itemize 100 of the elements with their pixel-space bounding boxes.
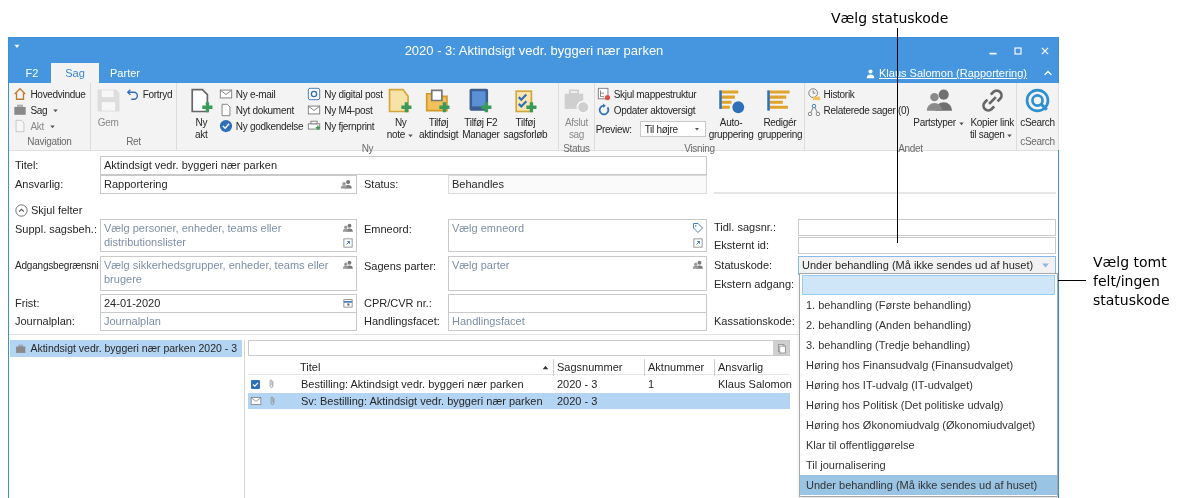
field-label: Tidl. sagsnr.: (714, 220, 777, 235)
home-icon (13, 87, 28, 101)
ribbon-button[interactable]: Ny M4-post (306, 102, 384, 118)
ribbon-button[interactable]: Partstyper (912, 86, 967, 129)
table-row[interactable]: Bestilling: Aktindsigt vedr. byggeri nær parken 2020 - 3 1 Klaus Salomon (248, 376, 790, 392)
ribbon-button[interactable]: Sag (12, 102, 87, 118)
column-header[interactable]: Aktnummer (644, 359, 714, 376)
ribbon-button[interactable]: Skjul mappestruktur (595, 86, 706, 102)
dropdown-option[interactable]: Høring hos Finansudvalg (Finansudvalget) (800, 355, 1057, 375)
dropdown-option[interactable]: 2. behandling (Anden behandling) (800, 315, 1057, 335)
document-icon (13, 119, 28, 133)
ribbon-button[interactable]: Ny akt (186, 86, 216, 141)
ribbon-button[interactable]: Fortryd (124, 86, 174, 102)
people-icon[interactable] (340, 177, 353, 191)
briefcase-icon (13, 103, 28, 117)
ribbon-button[interactable]: Ny godkendelse (217, 118, 305, 134)
printer-icon (307, 119, 322, 133)
envelope-icon (307, 103, 322, 117)
ribbon-button[interactable]: Relaterede sager (0) (805, 102, 911, 118)
ribbon-button[interactable]: Auto- gruppering (707, 86, 755, 141)
maximize-icon[interactable] (1012, 44, 1024, 57)
dropdown-option[interactable]: 3. behandling (Tredje behandling) (800, 335, 1057, 355)
people-icon[interactable] (692, 259, 704, 271)
network-icon (806, 103, 821, 117)
window-title: 2020 - 3: Aktindsigt vedr. byggeri nær parken (403, 41, 665, 60)
dropdown-option[interactable]: Høring hos Økonomiudvalg (Økonomiudvalget) (800, 415, 1057, 435)
ribbon-button[interactable]: Ny e-mail (217, 86, 305, 102)
ribbon-group-label: Ny (360, 142, 375, 156)
list-check-icon (717, 87, 745, 114)
clock-icon (806, 87, 821, 101)
person-field[interactable]: Rapportering (100, 175, 357, 194)
ribbon-group-label: cSearch (1019, 135, 1056, 149)
dropdown-option[interactable]: 1. behandling (Første behandling) (800, 295, 1057, 315)
ribbon-group-label: Navigation (26, 135, 73, 149)
column-header[interactable]: Ansvarlig (714, 359, 788, 376)
preview-dropdown[interactable]: Til højre (639, 121, 706, 137)
tree-item[interactable]: Aktindsigt vedr. byggeri nær parken 2020 - 3 (10, 340, 242, 357)
expand-icon[interactable] (692, 237, 704, 249)
ribbon-group-label: Ret (125, 135, 142, 149)
text-field[interactable] (448, 294, 707, 313)
ribbon-button[interactable]: Nyt dokument (217, 102, 305, 118)
column-header[interactable]: Titel (297, 359, 553, 376)
ribbon-button[interactable]: Ny digital post (306, 86, 384, 102)
field-label: Sagens parter: (364, 259, 438, 274)
text-field[interactable]: Aktindsigt vedr. byggeri nær parken (100, 156, 707, 175)
ribbon-button[interactable]: cSearch (1019, 86, 1056, 129)
table-row[interactable]: Sv: Bestilling: Aktindsigt vedr. byggeri nær parken 2020 - 3 (248, 393, 790, 409)
ribbon-button[interactable]: Opdater aktoversigt (595, 102, 706, 118)
ribbon-button[interactable]: Kopier link til sagen (968, 86, 1016, 141)
expand-icon[interactable] (342, 237, 354, 249)
ribbon-group-label: Andet (897, 142, 924, 156)
dropdown-option[interactable]: Høring hos IT-udvalg (IT-udvalget) (800, 375, 1057, 395)
toggle-fields-button[interactable]: Skjul felter (15, 202, 357, 219)
search-field[interactable] (248, 340, 790, 356)
ribbon-button[interactable]: Historik (805, 86, 911, 102)
search-icon (1024, 87, 1051, 114)
ribbon-tab[interactable]: Sag (51, 63, 99, 83)
ribbon-button[interactable]: Tilføj aktindsigt (417, 86, 460, 141)
at-sign-icon (307, 87, 322, 101)
ribbon-button[interactable]: Redigér gruppering (756, 86, 804, 141)
refresh-icon (596, 103, 611, 117)
field-label: Eksternt id: (714, 238, 771, 253)
annotation-text: Vælg tomt felt/ingen statuskode (1093, 253, 1171, 310)
annotation-text: Vælg statuskode (831, 9, 949, 28)
people-icon (926, 87, 954, 114)
document-icon (218, 103, 233, 117)
folder-plus-icon (425, 87, 452, 114)
text-field[interactable]: Journalplan (100, 312, 357, 331)
field-label: Ekstern adgang: (714, 277, 796, 292)
ribbon-group-label: Status (562, 142, 591, 156)
dropdown-option[interactable]: Under behandling (Må ikke sendes ud af huset) (800, 475, 1057, 495)
text-field[interactable]: Handlingsfacet (448, 312, 707, 331)
copy-button[interactable] (773, 341, 789, 355)
ribbon-button[interactable]: Tilføj sagsforløb (502, 86, 549, 141)
date-field[interactable]: 24-01-2020 (100, 294, 357, 313)
status-dropdown[interactable]: Under behandling (Må ikke sendes ud af huset) (798, 256, 1056, 275)
ribbon-button[interactable]: Ny note (385, 86, 416, 141)
dropdown-option[interactable]: Til journalisering (800, 455, 1057, 475)
field-label: Frist: (15, 296, 41, 311)
text-field[interactable] (798, 219, 1056, 236)
field-label: Titel: (15, 158, 40, 173)
preview-label: Preview: (595, 122, 632, 137)
paperclip-icon (266, 378, 277, 391)
field-label: Statuskode: (714, 258, 774, 273)
ribbon-button[interactable]: Tilføj F2 Manager (461, 86, 501, 141)
paperclip-icon (267, 395, 278, 408)
calendar-icon[interactable] (342, 297, 354, 310)
text-field[interactable] (798, 237, 1056, 254)
ribbon-button[interactable]: Ny fjernprint (306, 118, 384, 134)
people-icon[interactable] (342, 222, 354, 234)
people-icon[interactable] (342, 259, 354, 271)
column-header[interactable]: Sagsnummer (553, 359, 644, 376)
dropdown-option[interactable]: Klar til offentliggørelse (800, 435, 1057, 455)
dropdown-option[interactable]: Høring hos Politisk (Det politiske udvalg) (800, 395, 1057, 415)
check-circle-icon (218, 119, 233, 133)
ribbon-button[interactable]: Hovedvindue (12, 86, 87, 102)
caret-icon (692, 125, 701, 133)
ribbon-group-label: Visning (683, 142, 716, 156)
tag-icon[interactable] (692, 222, 704, 234)
table-cell-text: Bestilling: Aktindsigt vedr. byggeri nær parken (300, 377, 525, 392)
